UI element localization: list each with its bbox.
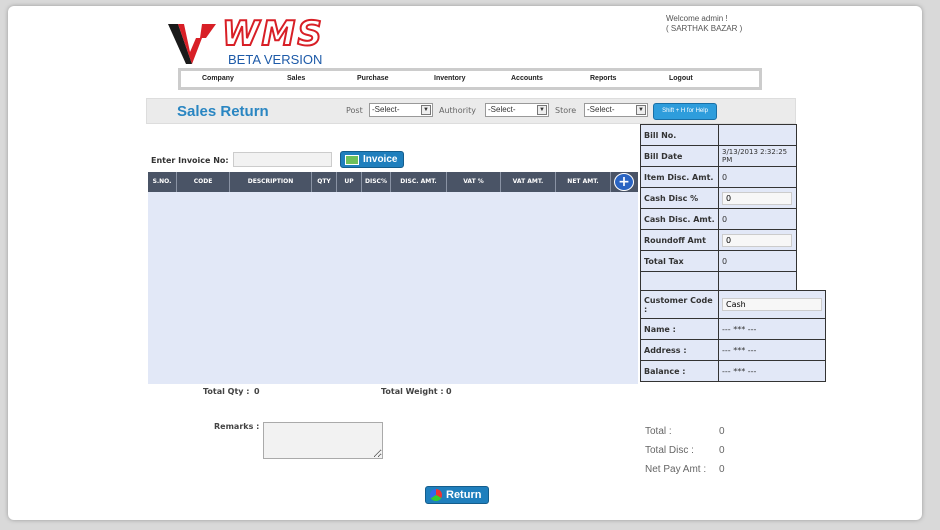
store-label: Store xyxy=(555,106,577,115)
customer-balance-value: --- *** --- xyxy=(718,360,826,382)
nav-logout[interactable]: Logout xyxy=(669,75,693,82)
dropdown-arrow-icon: ▼ xyxy=(636,105,646,115)
total-disc-label: Total Disc : xyxy=(645,445,694,456)
add-row-icon[interactable]: + xyxy=(614,173,634,191)
post-select-value: -Select- xyxy=(372,105,400,114)
nav-accounts[interactable]: Accounts xyxy=(511,75,543,82)
logo-v-icon xyxy=(168,24,216,64)
return-icon xyxy=(430,489,442,501)
col-sno: S.NO. xyxy=(148,172,177,192)
app-window: WMS BETA VERSION Welcome admin ! ( SARTH… xyxy=(8,6,922,520)
bill-date-label: Bill Date xyxy=(640,145,719,167)
remarks-label: Remarks : xyxy=(214,422,260,431)
page-title: Sales Return xyxy=(177,103,269,120)
bill-no-value xyxy=(718,124,797,146)
cash-disc-pct-input[interactable] xyxy=(722,191,792,205)
dropdown-arrow-icon: ▼ xyxy=(421,105,431,115)
net-pay-label: Net Pay Amt : xyxy=(645,464,707,475)
total-tax-value: 0 xyxy=(718,250,797,272)
authority-select[interactable]: -Select- ▼ xyxy=(485,103,549,117)
total-label: Total : xyxy=(645,426,672,437)
cash-disc-amt-label: Cash Disc. Amt. xyxy=(640,208,719,230)
invoice-icon xyxy=(345,155,359,165)
nav-inventory[interactable]: Inventory xyxy=(434,75,466,82)
invoice-button[interactable]: Invoice xyxy=(340,151,404,168)
total-value: 0 xyxy=(719,426,725,437)
customer-code-label: Customer Code : xyxy=(640,290,719,319)
return-button-label: Return xyxy=(446,489,482,501)
authority-label: Authority xyxy=(439,106,477,115)
col-up: UP xyxy=(337,172,362,192)
customer-name-label: Name : xyxy=(640,318,719,340)
store-select-value: -Select- xyxy=(587,105,615,114)
bill-date-value: 3/13/2013 2:32:25 PM xyxy=(718,145,797,167)
post-label: Post xyxy=(346,106,363,115)
remarks-textarea[interactable] xyxy=(263,422,383,459)
logo-text: WMS xyxy=(221,13,324,55)
col-vat-pct: VAT % xyxy=(447,172,501,192)
col-code: CODE xyxy=(177,172,230,192)
col-net-amt: NET AMT. xyxy=(556,172,611,192)
cash-disc-pct-label: Cash Disc % xyxy=(640,187,719,209)
total-weight-label: Total Weight : xyxy=(381,387,444,396)
invoice-label: Enter Invoice No: xyxy=(151,156,229,165)
title-bar: Sales Return Post -Select- ▼ Authority -… xyxy=(146,98,796,124)
roundoff-input[interactable] xyxy=(722,233,792,247)
total-disc-value: 0 xyxy=(719,445,725,456)
post-select[interactable]: -Select- ▼ xyxy=(369,103,433,117)
nav-reports[interactable]: Reports xyxy=(590,75,616,82)
total-qty-label: Total Qty : xyxy=(203,387,250,396)
welcome-message: Welcome admin ! ( SARTHAK BAZAR ) xyxy=(666,14,742,34)
roundoff-label: Roundoff Amt xyxy=(640,229,719,251)
customer-address-value: --- *** --- xyxy=(718,339,826,361)
dropdown-arrow-icon: ▼ xyxy=(537,105,547,115)
welcome-user: Welcome admin ! xyxy=(666,14,728,23)
customer-name-value: --- *** --- xyxy=(718,318,826,340)
customer-info-table: Customer Code : Name :--- *** --- Addres… xyxy=(640,290,826,382)
col-vat-amt: VAT AMT. xyxy=(501,172,556,192)
invoice-button-label: Invoice xyxy=(363,154,398,165)
item-disc-value: 0 xyxy=(718,166,797,188)
nav-company[interactable]: Company xyxy=(202,75,234,82)
total-tax-label: Total Tax xyxy=(640,250,719,272)
total-qty-value: 0 xyxy=(254,387,260,396)
bill-no-label: Bill No. xyxy=(640,124,719,146)
customer-balance-label: Balance : xyxy=(640,360,719,382)
col-disc-pct: DISC% xyxy=(362,172,391,192)
col-qty: QTY xyxy=(312,172,337,192)
nav-purchase[interactable]: Purchase xyxy=(357,75,389,82)
net-pay-value: 0 xyxy=(719,464,725,475)
help-button[interactable]: Shift + H for Help xyxy=(653,103,717,120)
grid-header: S.NO. CODE DESCRIPTION QTY UP DISC% DISC… xyxy=(148,172,638,192)
customer-code-input[interactable] xyxy=(722,298,822,311)
logo-subtitle: BETA VERSION xyxy=(228,52,323,67)
main-nav: Company Sales Purchase Inventory Account… xyxy=(178,68,762,90)
authority-select-value: -Select- xyxy=(488,105,516,114)
return-button[interactable]: Return xyxy=(425,486,489,504)
item-disc-label: Item Disc. Amt. xyxy=(640,166,719,188)
total-weight-value: 0 xyxy=(446,387,452,396)
nav-sales[interactable]: Sales xyxy=(287,75,305,82)
invoice-input[interactable] xyxy=(233,152,332,167)
bill-info-table: Bill No. Bill Date 3/13/2013 2:32:25 PM I… xyxy=(640,124,797,293)
items-grid: S.NO. CODE DESCRIPTION QTY UP DISC% DISC… xyxy=(148,172,638,384)
logo: WMS BETA VERSION xyxy=(166,13,326,68)
cash-disc-amt-value: 0 xyxy=(718,208,797,230)
customer-address-label: Address : xyxy=(640,339,719,361)
store-select[interactable]: -Select- ▼ xyxy=(584,103,648,117)
col-description: DESCRIPTION xyxy=(230,172,312,192)
welcome-company: ( SARTHAK BAZAR ) xyxy=(666,24,743,33)
col-disc-amt: DISC. AMT. xyxy=(391,172,447,192)
